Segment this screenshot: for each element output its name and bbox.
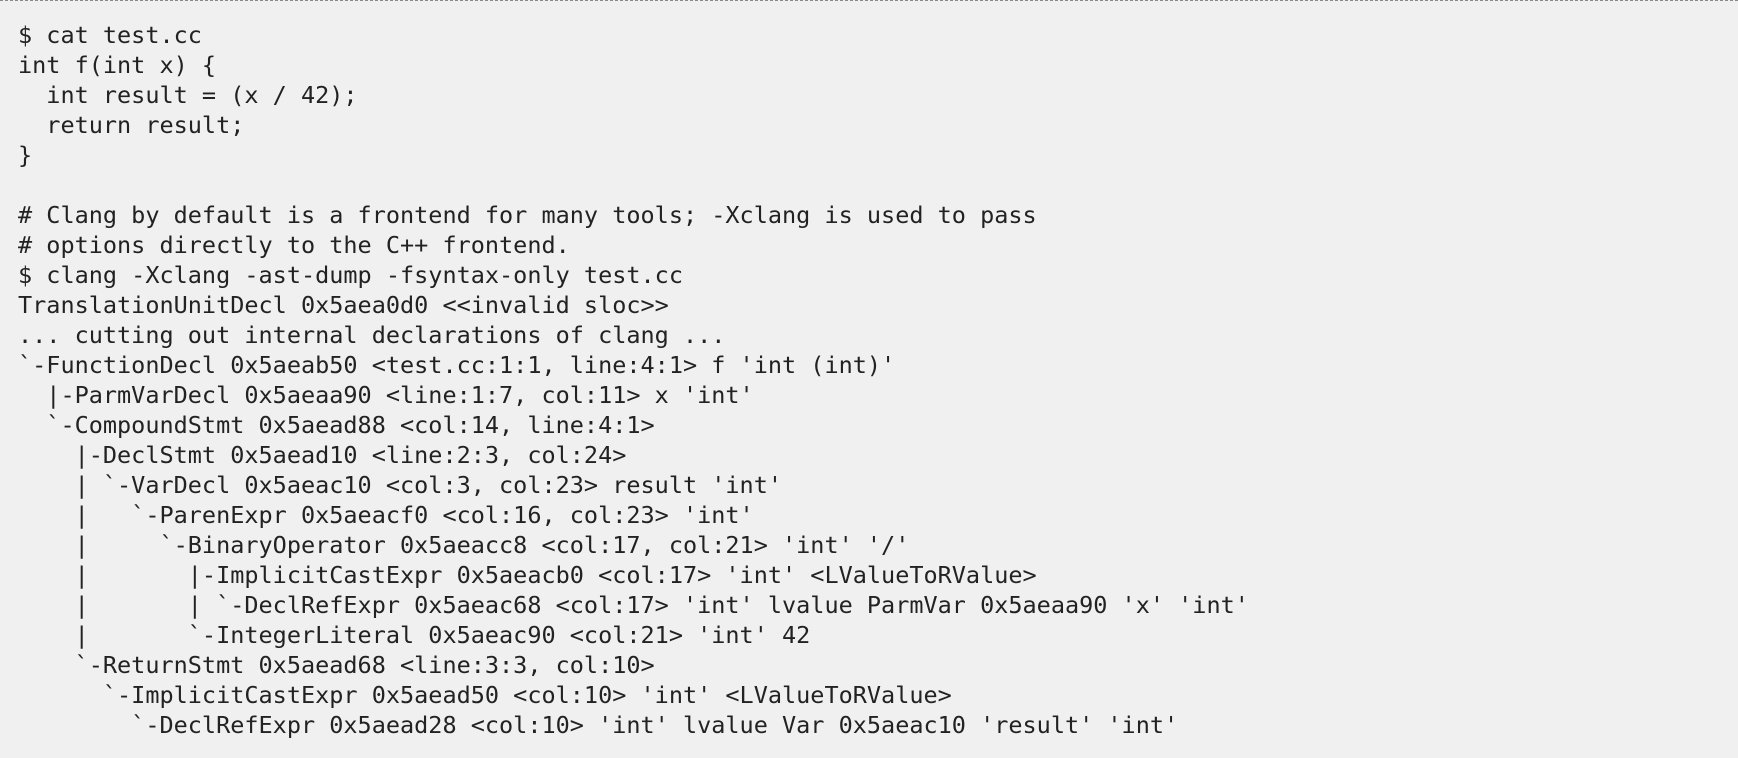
- code-line: |-ParmVarDecl 0x5aeaa90 <line:1:7, col:1…: [18, 381, 754, 409]
- code-line: int result = (x / 42);: [18, 81, 358, 109]
- code-line: | `-ParenExpr 0x5aeacf0 <col:16, col:23>…: [18, 501, 754, 529]
- code-line: `-DeclRefExpr 0x5aead28 <col:10> 'int' l…: [18, 711, 1179, 739]
- code-line: | `-VarDecl 0x5aeac10 <col:3, col:23> re…: [18, 471, 783, 499]
- code-line: # options directly to the C++ frontend.: [18, 231, 570, 259]
- top-dashed-divider: [0, 0, 1738, 1]
- code-line: | | `-DeclRefExpr 0x5aeac68 <col:17> 'in…: [18, 591, 1249, 619]
- code-line: `-FunctionDecl 0x5aeab50 <test.cc:1:1, l…: [18, 351, 896, 379]
- code-line: TranslationUnitDecl 0x5aea0d0 <<invalid …: [18, 291, 669, 319]
- code-line: |-DeclStmt 0x5aead10 <line:2:3, col:24>: [18, 441, 627, 469]
- code-line: }: [18, 141, 33, 169]
- code-line: return result;: [18, 111, 245, 139]
- code-line: $ clang -Xclang -ast-dump -fsyntax-only …: [18, 261, 683, 289]
- code-line: | `-BinaryOperator 0x5aeacc8 <col:17, co…: [18, 531, 910, 559]
- code-line: `-ReturnStmt 0x5aead68 <line:3:3, col:10…: [18, 651, 655, 679]
- code-line: `-ImplicitCastExpr 0x5aead50 <col:10> 'i…: [18, 681, 952, 709]
- code-line: $ cat test.cc: [18, 21, 202, 49]
- code-line: | `-IntegerLiteral 0x5aeac90 <col:21> 'i…: [18, 621, 811, 649]
- code-line: int f(int x) {: [18, 51, 217, 79]
- code-line: | |-ImplicitCastExpr 0x5aeacb0 <col:17> …: [18, 561, 1037, 589]
- code-block: $ cat test.cc int f(int x) { int result =…: [18, 20, 1249, 740]
- code-line: # Clang by default is a frontend for man…: [18, 201, 1037, 229]
- code-line: `-CompoundStmt 0x5aead88 <col:14, line:4…: [18, 411, 655, 439]
- code-line: ... cutting out internal declarations of…: [18, 321, 726, 349]
